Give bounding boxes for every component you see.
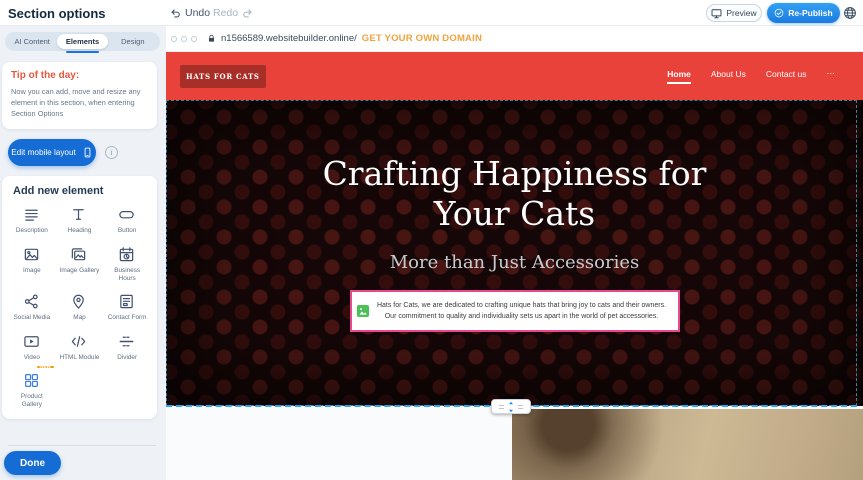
- done-button[interactable]: Done: [4, 451, 61, 475]
- image-gallery-icon: [70, 246, 88, 264]
- element-heading[interactable]: Heading: [56, 206, 104, 235]
- element-divider[interactable]: Divider: [103, 333, 151, 362]
- tab-design[interactable]: Design: [108, 34, 158, 49]
- get-domain-link[interactable]: GET YOUR OWN DOMAIN: [362, 33, 482, 44]
- tip-of-the-day-card: Tip of the day: Now you can add, move an…: [2, 62, 157, 129]
- element-description[interactable]: Description: [8, 206, 56, 235]
- globe-icon: [843, 7, 857, 24]
- add-element-panel: Add new element Description Heading Butt…: [2, 176, 157, 418]
- redo-label: Redo: [213, 7, 238, 19]
- hero-section[interactable]: Crafting Happiness for Your Cats More th…: [166, 100, 863, 406]
- sidebar-tabs: AI ContentElementsDesign: [5, 32, 160, 51]
- element-map[interactable]: Map: [56, 293, 104, 322]
- window-dot-icon: [191, 36, 197, 42]
- section-resize-handle[interactable]: [491, 399, 531, 414]
- element-video[interactable]: Video: [8, 333, 56, 362]
- info-icon[interactable]: i: [105, 146, 118, 159]
- element-business-hours[interactable]: Business Hours: [103, 246, 151, 284]
- preview-button[interactable]: Preview: [706, 4, 762, 22]
- element-product-gallery[interactable]: New Product Gallery: [8, 372, 56, 410]
- window-dot-icon: [181, 36, 187, 42]
- grip-dots: [518, 405, 523, 409]
- edit-mobile-layout-button[interactable]: Edit mobile layout: [8, 139, 96, 166]
- social-media-icon: [23, 293, 41, 311]
- lock-icon: [207, 33, 216, 44]
- hero-description-text[interactable]: Hats for Cats, we are dedicated to craft…: [374, 300, 670, 322]
- monitor-icon: [711, 8, 722, 19]
- tab-ai-content[interactable]: AI Content: [7, 34, 57, 49]
- hero-description-element[interactable]: Hats for Cats, we are dedicated to craft…: [350, 290, 680, 332]
- map-icon: [70, 293, 88, 311]
- site-logo[interactable]: HATS FOR CATS: [180, 65, 266, 88]
- hero-heading[interactable]: Crafting Happiness for Your Cats: [305, 154, 725, 233]
- site-nav: Home About Us Contact us ⋯: [667, 68, 835, 84]
- undo-icon: [170, 8, 181, 19]
- canvas: n1566589.websitebuilder.online/ GET YOUR…: [166, 26, 863, 480]
- check-icon: [774, 8, 784, 18]
- grip-dots: [499, 405, 504, 409]
- site-preview: HATS FOR CATS Home About Us Contact us ⋯ Cr…: [166, 52, 863, 480]
- html-module-icon: [70, 333, 88, 351]
- description-icon: [23, 206, 41, 224]
- tab-elements[interactable]: Elements: [57, 34, 107, 49]
- nav-item-more[interactable]: ⋯: [827, 68, 836, 84]
- hero-subheading[interactable]: More than Just Accessories: [166, 252, 863, 273]
- image-icon: [23, 246, 41, 264]
- video-icon: [23, 333, 41, 351]
- topbar: Section options Undo Redo Preview Re-Pub…: [0, 0, 863, 26]
- hero-content: Crafting Happiness for Your Cats More th…: [166, 154, 863, 332]
- site-header[interactable]: HATS FOR CATS Home About Us Contact us ⋯: [166, 52, 863, 100]
- element-html-module[interactable]: HTML Module: [56, 333, 104, 362]
- undo-button[interactable]: Undo: [170, 7, 210, 19]
- ai-image-icon[interactable]: [357, 305, 369, 317]
- product-gallery-icon: New: [23, 372, 41, 390]
- element-contact-form[interactable]: Contact Form: [103, 293, 151, 322]
- preview-label: Preview: [726, 8, 756, 18]
- undo-label: Undo: [185, 7, 210, 19]
- element-button[interactable]: Button: [103, 206, 151, 235]
- button-icon: [118, 206, 136, 224]
- tip-body: Now you can add, move and resize any ele…: [11, 86, 148, 119]
- tip-title: Tip of the day:: [11, 70, 148, 81]
- phone-icon: [82, 147, 93, 158]
- divider-icon: [118, 333, 136, 351]
- cat-photo: [512, 409, 863, 480]
- element-social-media[interactable]: Social Media: [8, 293, 56, 322]
- element-image[interactable]: Image: [8, 246, 56, 284]
- browser-bar: n1566589.websitebuilder.online/ GET YOUR…: [166, 26, 863, 52]
- app-window: Section options Undo Redo Preview Re-Pub…: [0, 0, 863, 480]
- nav-item-home[interactable]: Home: [667, 69, 691, 84]
- language-globe-button[interactable]: [843, 6, 857, 20]
- redo-button[interactable]: Redo: [213, 7, 253, 19]
- republish-button[interactable]: Re-Publish: [767, 3, 840, 23]
- site-url[interactable]: n1566589.websitebuilder.online/: [221, 33, 357, 44]
- element-grid: Description Heading Button Image Image G…: [8, 206, 151, 409]
- sidebar: AI ContentElementsDesign Tip of the day:…: [0, 26, 166, 480]
- add-element-title: Add new element: [13, 185, 151, 197]
- redo-icon: [242, 8, 253, 19]
- next-section[interactable]: [166, 407, 863, 480]
- contact-form-icon: [118, 293, 136, 311]
- element-image-gallery[interactable]: Image Gallery: [56, 246, 104, 284]
- page-title: Section options: [8, 6, 106, 21]
- republish-label: Re-Publish: [788, 8, 832, 18]
- heading-icon: [70, 206, 88, 224]
- resize-arrows-icon: [507, 401, 515, 413]
- new-badge: New: [37, 366, 54, 368]
- nav-item-about-us[interactable]: About Us: [711, 69, 746, 84]
- business-hours-icon: [118, 246, 136, 264]
- window-dot-icon: [171, 36, 177, 42]
- sidebar-divider: [8, 445, 156, 446]
- nav-item-contact-us[interactable]: Contact us: [766, 69, 807, 84]
- edit-mobile-label: Edit mobile layout: [11, 148, 76, 157]
- mobile-layout-row: Edit mobile layout i: [8, 139, 158, 166]
